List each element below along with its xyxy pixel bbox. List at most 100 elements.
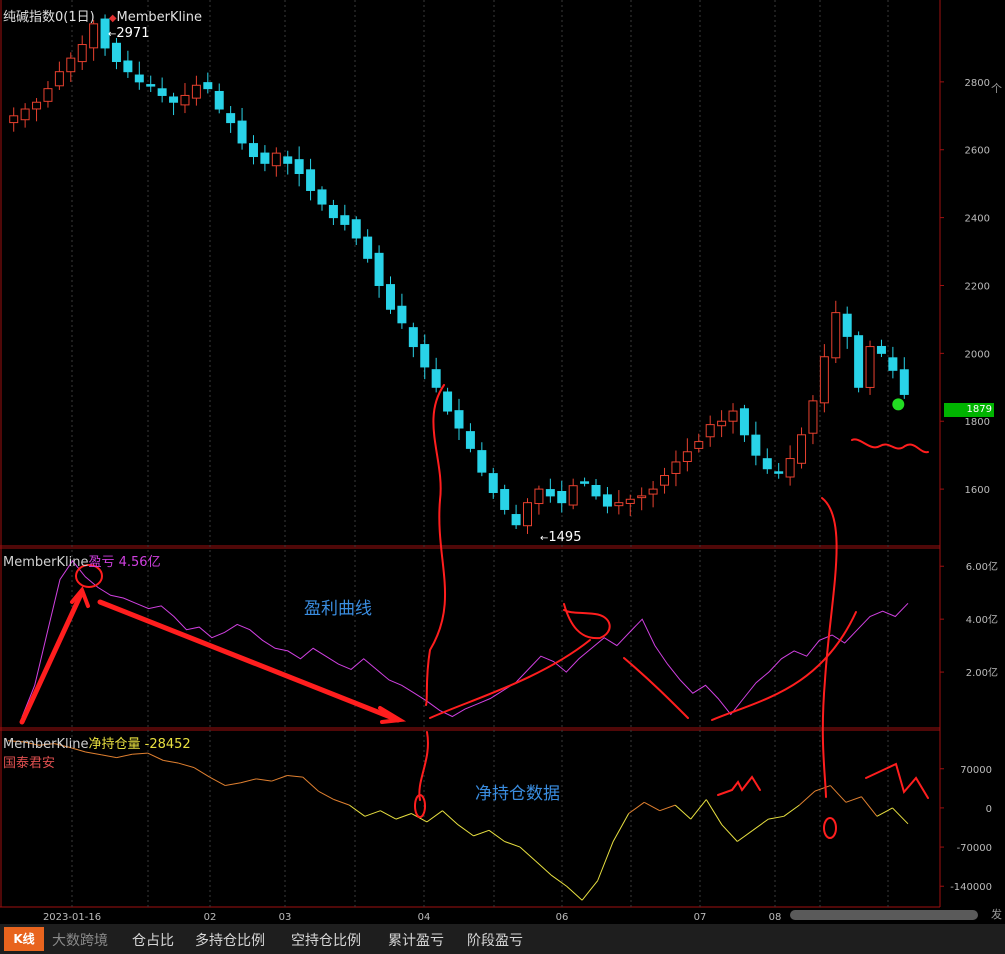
candle-body: [340, 215, 350, 225]
netpos-segment: [364, 810, 381, 817]
netpos-segment: [240, 778, 257, 784]
candle-body: [637, 495, 647, 499]
watermark: 大数跨境: [52, 933, 108, 949]
netpos-segment: [566, 885, 583, 901]
candle-body: [865, 346, 875, 388]
candle-body: [203, 82, 213, 90]
netpos-segment: [830, 785, 847, 803]
candle-body: [351, 219, 361, 239]
tab-cumulative-pnl[interactable]: 累计盈亏: [388, 930, 444, 950]
candle-body: [123, 60, 133, 73]
candle-body: [191, 84, 201, 99]
candle-body: [614, 502, 624, 507]
logo-icon: K线: [4, 927, 44, 951]
candle-body: [523, 502, 533, 527]
last-price-tag: 1879: [944, 403, 994, 417]
tab-position-share[interactable]: 仓占比: [132, 930, 174, 950]
candle-body: [511, 514, 521, 526]
candle-body: [146, 84, 156, 87]
candle-body: [842, 313, 852, 337]
profit-line: [21, 560, 909, 718]
candle-body: [762, 458, 772, 470]
candle-body: [454, 410, 464, 429]
netpos-annotation: 净持仓数据: [475, 784, 560, 804]
netpos-segment: [690, 799, 707, 820]
netpos-tick-label: 70000: [960, 765, 992, 776]
netpos-segment: [752, 818, 769, 831]
price-tick-label: 2000: [965, 349, 990, 360]
candle-body: [443, 391, 453, 412]
price-tick-label: 2600: [965, 146, 990, 157]
candle-body: [785, 458, 795, 478]
netpos-segment: [318, 790, 335, 800]
candle-body: [477, 450, 487, 473]
candle-body: [248, 143, 258, 158]
candle-body: [317, 189, 327, 205]
netpos-segment: [674, 804, 692, 820]
candle-body: [89, 23, 99, 49]
candle-body: [226, 113, 236, 124]
candle-body: [797, 434, 807, 464]
candle-body: [557, 491, 567, 504]
candle-body: [694, 441, 704, 449]
annotation-squiggle: [717, 775, 761, 796]
annotation-trend-curve: [429, 639, 591, 719]
candle-body: [374, 252, 384, 286]
netpos-segment: [256, 778, 272, 782]
candle-body: [500, 489, 510, 510]
netpos-panel-title: MemberKline: [3, 737, 89, 752]
right-edge-bottom: 发: [991, 908, 1002, 921]
candle-body: [705, 424, 715, 438]
candle-body: [591, 485, 601, 497]
candle-body: [751, 434, 761, 456]
netpos-tick-label: -140000: [950, 882, 992, 893]
candle-body: [545, 489, 555, 497]
netpos-segment: [504, 841, 521, 848]
candle-body: [43, 88, 53, 102]
candle-body: [157, 88, 167, 96]
profit-tick-label: 2.00亿: [966, 666, 998, 679]
profit-curve-annotation: 盈利曲线: [304, 599, 372, 619]
indicator-name: MemberKline: [116, 10, 202, 25]
candle-body: [237, 120, 247, 144]
candle-body: [180, 94, 190, 106]
candle-body: [20, 108, 30, 121]
candle-body: [717, 420, 727, 427]
candle-body: [214, 90, 224, 110]
candle-body: [385, 284, 395, 310]
tab-short-ratio[interactable]: 空持仓比例: [291, 930, 361, 950]
candle-body: [534, 488, 544, 505]
candle-body: [854, 335, 864, 388]
month-tick-label: 04: [418, 912, 431, 923]
candle-body: [648, 488, 658, 495]
price-tick-label: 2800: [965, 78, 990, 89]
netpos-tick-label: 0: [986, 804, 992, 815]
profit-panel-header: MemberKline盈亏 4.56亿: [3, 551, 161, 570]
netpos-segment: [612, 813, 630, 842]
horizontal-scrollbar[interactable]: [790, 910, 978, 920]
candle-body: [660, 475, 670, 486]
candle-body: [294, 159, 304, 174]
netpos-segment: [659, 804, 676, 812]
indicator-marker-icon: ◆: [108, 13, 117, 24]
annotation-trend-curve: [623, 657, 689, 719]
netpos-segment: [426, 810, 443, 823]
annotation-vertical-curve: [418, 731, 429, 801]
tab-long-ratio[interactable]: 多持仓比例: [195, 930, 265, 950]
instrument-title: 纯碱指数0(1日): [3, 10, 95, 25]
annotation-vertical-curve: [425, 384, 447, 706]
month-tick-label: 2023-01-16: [43, 912, 101, 923]
candle-body: [32, 101, 42, 110]
high-price-label: ←2971: [108, 26, 150, 41]
netpos-segment: [302, 776, 319, 792]
candle-body: [169, 96, 179, 103]
candle-body: [260, 152, 270, 164]
netpos-segment: [768, 815, 784, 820]
right-edge-top: 个: [991, 82, 1002, 95]
netpos-segment: [845, 796, 862, 803]
tab-period-pnl[interactable]: 阶段盈亏: [467, 930, 523, 950]
netpos-segment: [892, 807, 909, 825]
netpos-segment: [85, 751, 102, 756]
netpos-segment: [333, 799, 350, 806]
netpos-segment: [876, 807, 893, 817]
